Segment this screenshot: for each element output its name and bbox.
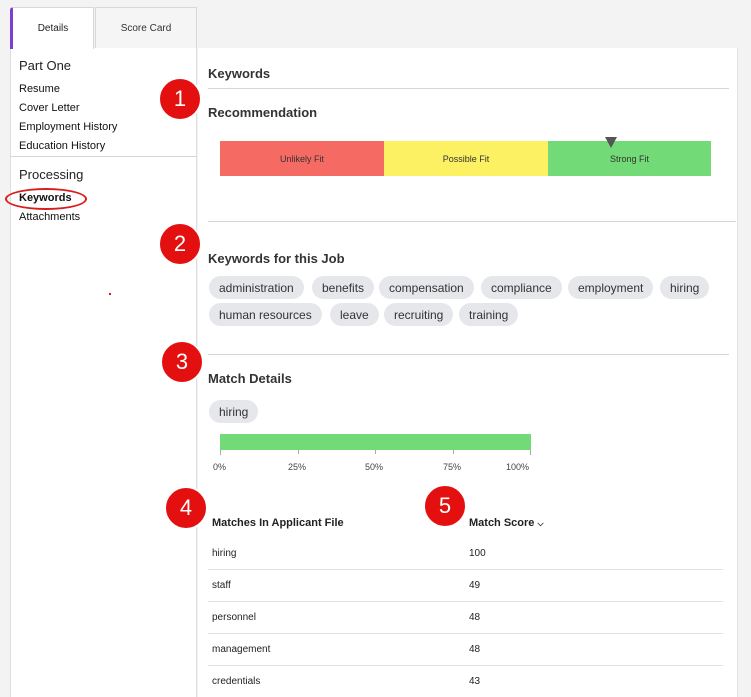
- segment-possible-fit: Possible Fit: [384, 141, 548, 176]
- sidebar-item-cover-letter[interactable]: Cover Letter: [19, 102, 80, 114]
- callout-badge-4: 4: [164, 486, 208, 530]
- match-term: personnel: [212, 612, 256, 623]
- table-row: credentials 43: [208, 666, 723, 697]
- keyword-chip: hiring: [660, 276, 710, 299]
- chevron-down-icon: ⌵: [537, 519, 544, 528]
- match-score: 43: [469, 676, 481, 687]
- sidebar-heading-processing: Processing: [19, 167, 84, 182]
- tick-label: 0%: [213, 462, 227, 472]
- keyword-chip: compensation: [379, 276, 474, 299]
- keyword-chip: recruiting: [384, 303, 454, 326]
- column-header-match-score[interactable]: Match Score ⌵: [469, 517, 544, 529]
- match-term: staff: [212, 580, 231, 591]
- tab-score-card[interactable]: Score Card: [95, 7, 197, 48]
- keyword-chip: administration: [209, 276, 304, 299]
- match-term: credentials: [212, 676, 261, 687]
- page-title: Keywords: [208, 66, 271, 81]
- progress-tick: [375, 450, 376, 454]
- column-header-matches: Matches In Applicant File: [212, 517, 344, 529]
- keyword-chip: training: [459, 303, 519, 326]
- highlight-oval: [5, 188, 87, 210]
- keyword-chip: employment: [568, 276, 654, 299]
- tick-label: 75%: [443, 462, 462, 472]
- table-row: hiring 100: [208, 538, 723, 570]
- tick-label: 50%: [365, 462, 384, 472]
- keyword-chip: compliance: [481, 276, 562, 299]
- table-row: staff 49: [208, 570, 723, 602]
- match-progress-bar: [220, 434, 531, 450]
- tab-details[interactable]: Details: [10, 7, 94, 49]
- keyword-chip: benefits: [312, 276, 375, 299]
- match-term: management: [212, 644, 271, 655]
- keyword-chip: leave: [330, 303, 379, 326]
- sidebar-heading-part-one: Part One: [19, 58, 72, 73]
- recommendation-bar: Unlikely Fit Possible Fit Strong Fit: [220, 141, 711, 176]
- match-term: hiring: [212, 548, 237, 559]
- tick-label: 25%: [288, 462, 307, 472]
- sidebar-item-employment-history[interactable]: Employment History: [19, 121, 117, 133]
- recommendation-divider: [208, 221, 736, 222]
- sidebar-divider: [11, 156, 197, 157]
- sidebar-item-attachments[interactable]: Attachments: [19, 211, 80, 223]
- callout-badge-5: 5: [423, 484, 467, 528]
- keywords-divider: [208, 354, 729, 355]
- match-score: 49: [469, 580, 481, 591]
- segment-unlikely-fit: Unlikely Fit: [220, 141, 384, 176]
- callout-badge-1: 1: [158, 77, 202, 121]
- keyword-chip: human resources: [209, 303, 322, 326]
- recommendation-heading: Recommendation: [208, 105, 318, 120]
- title-divider: [208, 88, 729, 89]
- sidebar-item-education-history[interactable]: Education History: [19, 140, 105, 152]
- progress-tick: [453, 450, 454, 454]
- progress-tick: [298, 450, 299, 454]
- main-panel: Keywords Recommendation Unlikely Fit Pos…: [198, 48, 738, 697]
- match-score: 48: [469, 612, 481, 623]
- selected-keyword-chip[interactable]: hiring: [209, 400, 259, 423]
- table-row: personnel 48: [208, 602, 723, 634]
- segment-strong-fit: Strong Fit: [548, 141, 711, 176]
- stray-dot: [109, 293, 111, 295]
- recommendation-marker-icon: [605, 137, 617, 148]
- keywords-heading: Keywords for this Job: [208, 251, 345, 266]
- match-details-heading: Match Details: [208, 371, 292, 386]
- sidebar-item-resume[interactable]: Resume: [19, 83, 60, 95]
- callout-badge-3: 3: [160, 340, 204, 384]
- match-score: 100: [469, 548, 486, 559]
- column-header-match-score-label: Match Score: [469, 517, 535, 529]
- match-score: 48: [469, 644, 481, 655]
- callout-badge-2: 2: [158, 222, 202, 266]
- table-row: management 48: [208, 634, 723, 666]
- tick-label: 100%: [506, 462, 530, 472]
